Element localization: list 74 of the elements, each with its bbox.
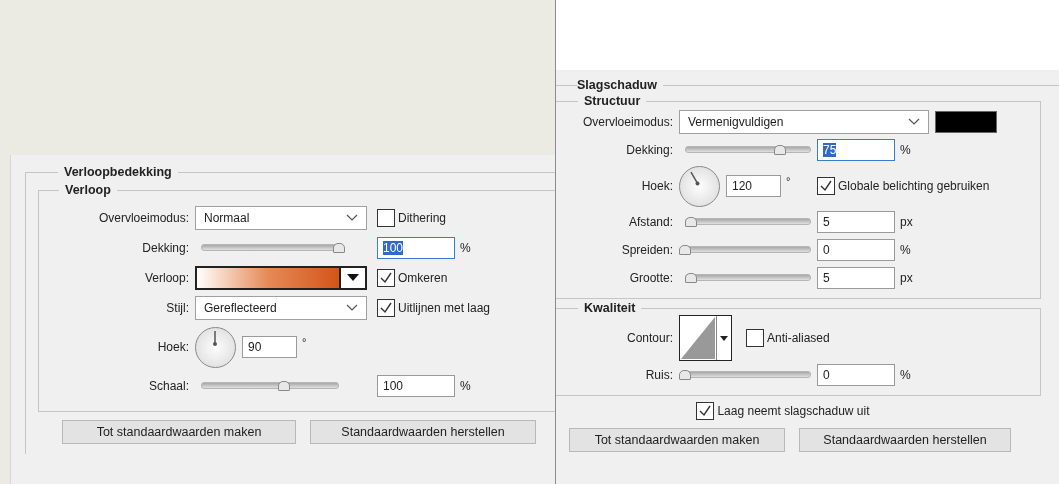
checkbox-label: Omkeren	[398, 271, 448, 285]
unit-label: %	[900, 143, 912, 157]
checkbox-label: Dithering	[398, 211, 447, 225]
section-title: Slagschaduw	[577, 78, 658, 92]
dropdown[interactable]: Gereflecteerd	[195, 296, 367, 320]
checkbox-label: Globale belichting gebruiken	[838, 179, 990, 193]
chevron-icon	[908, 118, 920, 126]
checkbox[interactable]	[377, 209, 395, 227]
angle-dial	[679, 165, 720, 207]
angle-dial	[195, 326, 236, 368]
field-label: Schaal:	[147, 379, 190, 393]
slider-thumb[interactable]	[679, 245, 691, 255]
field-label: Contour:	[625, 331, 674, 345]
field-label: Hoek:	[156, 340, 190, 354]
gradient-picker[interactable]	[195, 266, 367, 290]
slider-thumb[interactable]	[679, 370, 691, 380]
field-label: Stijl:	[165, 301, 190, 315]
unit-label: %	[900, 368, 912, 382]
field-label: Dekking:	[625, 143, 674, 157]
section-title: Verloopbedekking	[63, 165, 173, 179]
caret-icon	[347, 274, 359, 282]
group-title: Verloop	[64, 183, 112, 197]
dialog-button[interactable]: Standaardwaarden herstellen	[799, 428, 1011, 452]
checkbox-label: Uitlijnen met laag	[398, 301, 491, 315]
slider-thumb[interactable]	[773, 145, 786, 155]
slider-thumb[interactable]	[685, 217, 698, 227]
unit-label: px	[900, 215, 914, 229]
group-title: Kwaliteit	[583, 301, 637, 315]
slider-thumb[interactable]	[277, 381, 290, 391]
value-field[interactable]: 120	[726, 175, 781, 197]
slider-thumb[interactable]	[333, 243, 345, 253]
checkbox[interactable]	[746, 329, 764, 347]
field-label: Overvloeimodus:	[97, 211, 190, 225]
chevron-icon	[346, 304, 358, 312]
checkbox-label: Anti-aliased	[767, 331, 830, 345]
caret-icon	[720, 335, 728, 341]
field-label: Overvloeimodus:	[581, 115, 674, 129]
value-field[interactable]: 0	[817, 364, 895, 386]
dropdown[interactable]: Normaal	[195, 206, 367, 230]
field-label: Verloop:	[143, 271, 190, 285]
value-field[interactable]: 5	[817, 211, 895, 233]
contour-curve-icon	[680, 316, 717, 360]
dialog-button[interactable]: Tot standaardwaarden maken	[569, 428, 785, 452]
dropdown[interactable]: Vermenigvuldigen	[679, 110, 929, 134]
checkbox[interactable]	[377, 269, 395, 287]
unit-label: %	[900, 243, 912, 257]
unit-label: px	[900, 271, 914, 285]
contour-picker[interactable]	[679, 315, 732, 361]
value-field[interactable]: 100	[377, 237, 455, 259]
dialog-button[interactable]: Standaardwaarden herstellen	[310, 420, 536, 444]
group-title: Structuur	[583, 94, 642, 108]
field-label: Hoek:	[640, 179, 674, 193]
value-field[interactable]: 75	[817, 139, 895, 161]
color-swatch[interactable]	[935, 111, 997, 133]
field-label: Ruis:	[644, 368, 674, 382]
slider-thumb[interactable]	[685, 273, 698, 283]
field-label: Spreiden:	[620, 243, 674, 257]
value-field[interactable]: 0	[817, 239, 895, 261]
dialog-button[interactable]: Tot standaardwaarden maken	[62, 420, 296, 444]
value-field[interactable]: 5	[817, 267, 895, 289]
unit-label: °	[302, 336, 307, 348]
checkbox[interactable]	[817, 177, 835, 195]
unit-label: °	[786, 175, 791, 187]
value-field[interactable]: 100	[377, 375, 455, 397]
value-field[interactable]: 90	[242, 336, 297, 358]
checkbox-label: Laag neemt slagschaduw uit	[717, 404, 870, 418]
field-label: Dekking:	[141, 241, 190, 255]
unit-label: %	[460, 241, 472, 255]
checkbox[interactable]	[377, 299, 395, 317]
checkbox[interactable]	[696, 402, 715, 420]
chevron-icon	[346, 214, 358, 222]
unit-label: %	[460, 379, 472, 393]
field-label: Grootte:	[628, 271, 674, 285]
field-label: Afstand:	[627, 215, 674, 229]
